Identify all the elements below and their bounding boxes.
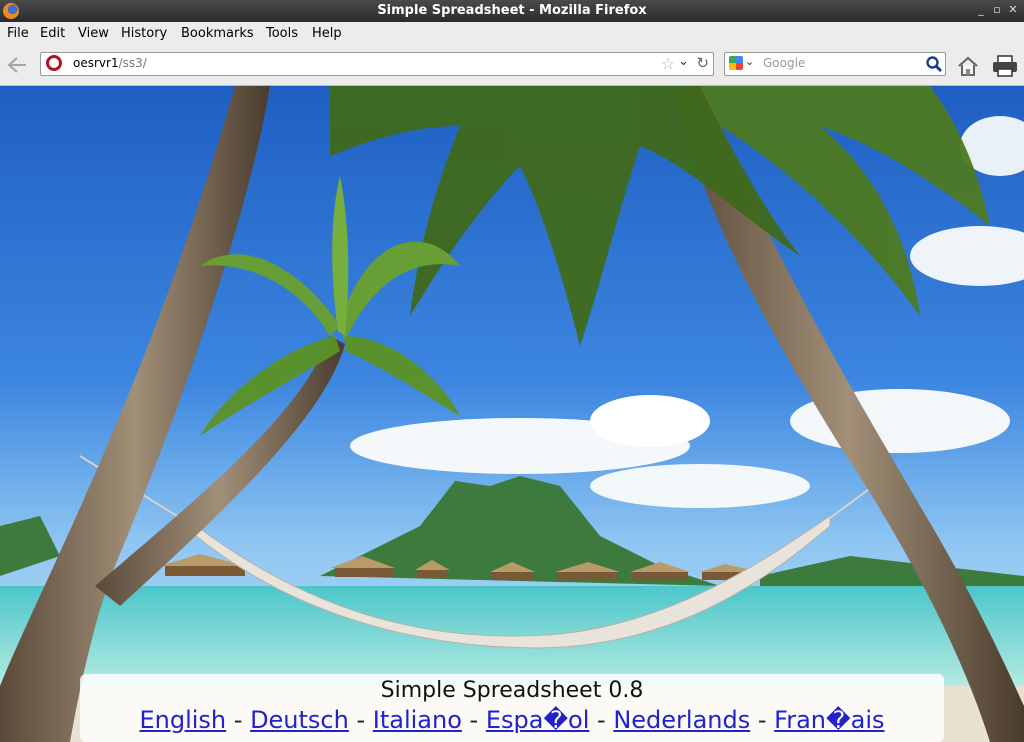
bookmark-star-icon[interactable]: ☆ xyxy=(661,54,675,73)
intro-panel: Simple Spreadsheet 0.8 English - Deutsch… xyxy=(80,674,944,742)
close-icon[interactable]: ✕ xyxy=(1006,3,1020,16)
menu-bookmarks[interactable]: Bookmarks xyxy=(181,26,254,41)
address-bar[interactable]: oesrvr1/ss3/ ☆ ⌄ ↻ xyxy=(40,52,714,76)
lang-link-italiano[interactable]: Italiano xyxy=(373,706,462,734)
navigation-toolbar: oesrvr1/ss3/ ☆ ⌄ ↻ ⌄ Google xyxy=(0,46,1024,86)
url-path: /ss3/ xyxy=(118,56,147,70)
beach-background-image xyxy=(0,86,1024,742)
search-placeholder: Google xyxy=(763,56,806,70)
print-icon[interactable] xyxy=(992,55,1018,77)
url-dropdown-icon[interactable]: ⌄ xyxy=(678,54,689,69)
language-separator: - xyxy=(226,706,251,734)
site-identity-icon[interactable] xyxy=(46,55,62,71)
menu-view[interactable]: View xyxy=(78,26,109,41)
back-arrow-icon xyxy=(7,57,26,73)
window-title: Simple Spreadsheet - Mozilla Firefox xyxy=(377,3,647,18)
lang-link-espanol[interactable]: Espa�ol xyxy=(486,706,590,734)
minimize-icon[interactable]: _ xyxy=(974,3,988,16)
menu-file[interactable]: File xyxy=(7,26,29,41)
page-content: Simple Spreadsheet 0.8 English - Deutsch… xyxy=(0,86,1024,742)
language-separator: - xyxy=(348,706,373,734)
reload-icon[interactable]: ↻ xyxy=(696,54,709,72)
menu-bar: File Edit View History Bookmarks Tools H… xyxy=(0,22,1024,46)
lang-link-deutsch[interactable]: Deutsch xyxy=(250,706,349,734)
url-host: oesrvr1 xyxy=(73,56,119,70)
engine-dropdown-icon[interactable]: ⌄ xyxy=(745,55,754,68)
search-bar[interactable]: ⌄ Google xyxy=(724,52,946,76)
menu-edit[interactable]: Edit xyxy=(40,26,65,41)
language-separator: - xyxy=(461,706,486,734)
lang-link-english[interactable]: English xyxy=(139,706,226,734)
url-text[interactable]: oesrvr1/ss3/ xyxy=(73,56,147,70)
app-title: Simple Spreadsheet 0.8 xyxy=(380,678,644,703)
back-button[interactable] xyxy=(6,55,28,75)
menu-tools[interactable]: Tools xyxy=(266,26,298,41)
google-engine-icon[interactable] xyxy=(729,56,743,70)
lang-link-francais[interactable]: Fran�ais xyxy=(774,706,884,734)
window-titlebar: Simple Spreadsheet - Mozilla Firefox _ ▫… xyxy=(0,0,1024,22)
search-go-icon[interactable] xyxy=(925,55,943,73)
language-separator: - xyxy=(589,706,614,734)
menu-help[interactable]: Help xyxy=(312,26,342,41)
home-icon[interactable] xyxy=(956,55,980,77)
language-separator: - xyxy=(750,706,775,734)
language-links: English - Deutsch - Italiano - Espa�ol -… xyxy=(80,706,944,734)
maximize-icon[interactable]: ▫ xyxy=(990,3,1004,16)
lang-link-nederlands[interactable]: Nederlands xyxy=(613,706,750,734)
menu-history[interactable]: History xyxy=(121,26,167,41)
